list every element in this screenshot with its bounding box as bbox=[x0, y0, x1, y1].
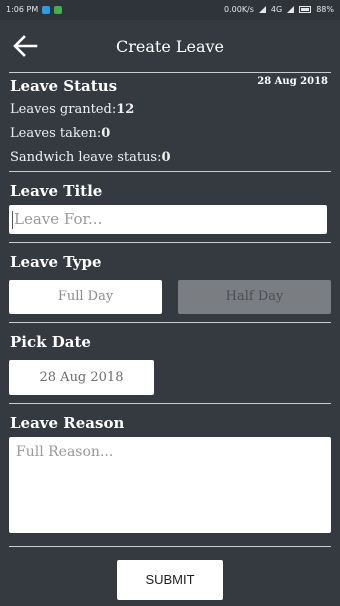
signal-icon bbox=[258, 6, 266, 13]
half-day-button[interactable]: Half Day bbox=[178, 280, 331, 314]
divider-1 bbox=[9, 171, 331, 172]
divider-3 bbox=[9, 322, 331, 323]
app-notification-icon bbox=[54, 5, 63, 14]
full-day-button[interactable]: Full Day bbox=[9, 280, 162, 314]
sandwich-leave-label: Sandwich leave status: bbox=[10, 150, 162, 165]
leave-title-heading: Leave Title bbox=[10, 182, 103, 200]
app-bar: Create Leave bbox=[0, 20, 340, 72]
leave-type-heading: Leave Type bbox=[10, 253, 102, 271]
battery-icon bbox=[299, 6, 312, 13]
leave-status-heading: Leave Status bbox=[10, 77, 118, 95]
battery-level: 88% bbox=[316, 5, 334, 14]
divider-4 bbox=[9, 403, 331, 404]
leaves-granted: Leaves granted:12 bbox=[10, 102, 134, 117]
status-left: 1:06 PM bbox=[6, 5, 63, 14]
leave-title-input[interactable]: Leave For... bbox=[9, 205, 327, 234]
status-right: 0.00K/s 4G 88% bbox=[224, 5, 334, 14]
leave-title-placeholder: Leave For... bbox=[14, 210, 103, 228]
divider-2 bbox=[9, 242, 331, 243]
leave-reason-placeholder: Full Reason... bbox=[16, 444, 114, 460]
pick-date-button[interactable]: 28 Aug 2018 bbox=[9, 360, 154, 395]
network-type: 4G bbox=[270, 5, 283, 14]
pick-date-heading: Pick Date bbox=[10, 333, 91, 351]
signal-icon-2 bbox=[287, 6, 295, 13]
current-date: 28 Aug 2018 bbox=[257, 76, 328, 87]
notification-icon bbox=[42, 5, 51, 14]
status-time: 1:06 PM bbox=[6, 5, 39, 14]
text-cursor bbox=[12, 211, 13, 229]
leaves-taken-label: Leaves taken: bbox=[10, 126, 102, 141]
status-bar: 1:06 PM 0.00K/s 4G 88% bbox=[0, 0, 340, 20]
network-speed: 0.00K/s bbox=[224, 5, 254, 14]
sandwich-leave-status: Sandwich leave status:0 bbox=[10, 150, 171, 165]
leaves-granted-value: 12 bbox=[116, 102, 135, 117]
leaves-granted-label: Leaves granted: bbox=[10, 102, 117, 117]
page-title: Create Leave bbox=[115, 37, 225, 56]
divider-5 bbox=[9, 546, 331, 547]
submit-button[interactable]: SUBMIT bbox=[117, 560, 223, 600]
leaves-taken: Leaves taken:0 bbox=[10, 126, 110, 141]
leaves-taken-value: 0 bbox=[101, 126, 111, 141]
leave-reason-heading: Leave Reason bbox=[10, 414, 125, 432]
divider-top bbox=[9, 72, 331, 73]
leave-reason-textarea[interactable]: Full Reason... bbox=[9, 437, 331, 533]
sandwich-leave-value: 0 bbox=[161, 150, 171, 165]
